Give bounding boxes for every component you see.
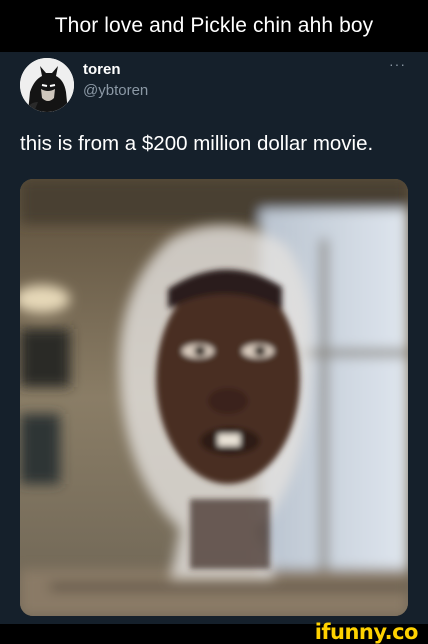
ifunny-watermark: ifunny.co bbox=[314, 620, 419, 644]
tweet-text: this is from a $200 million dollar movie… bbox=[20, 132, 374, 155]
more-options-icon[interactable]: ··· bbox=[389, 56, 406, 72]
batman-avatar-icon[interactable] bbox=[20, 58, 74, 112]
meme-caption: Thor love and Pickle chin ahh boy bbox=[0, 0, 428, 52]
user-handle[interactable]: @ybtoren bbox=[83, 82, 148, 99]
display-name[interactable]: toren bbox=[83, 61, 121, 78]
tweet-card: toren @ybtoren ··· this is from a $200 m… bbox=[0, 52, 428, 624]
tweet-media-image[interactable] bbox=[20, 179, 408, 616]
